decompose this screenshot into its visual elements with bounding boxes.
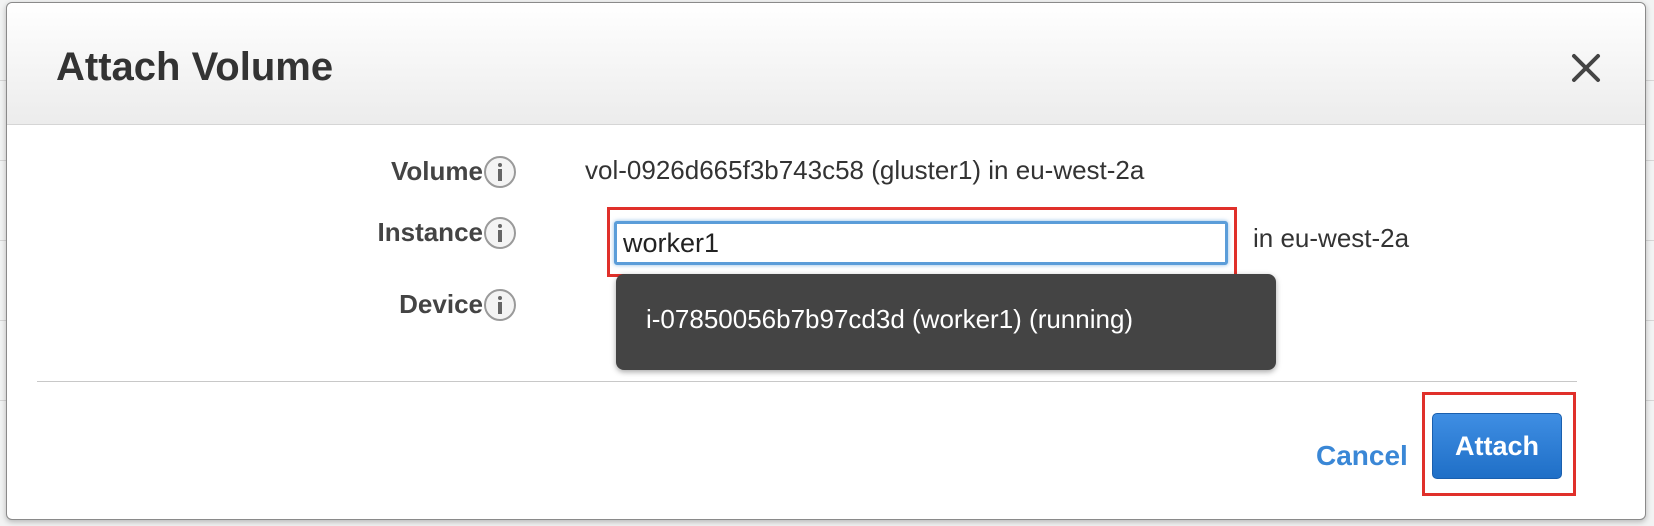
- suggestion-item[interactable]: i-07850056b7b97cd3d (worker1) (running): [646, 304, 1133, 335]
- dialog-title: Attach Volume: [56, 45, 334, 89]
- info-icon[interactable]: [483, 288, 517, 322]
- volume-value: vol-0926d665f3b743c58 (gluster1) in eu-w…: [585, 155, 1145, 185]
- cancel-button[interactable]: Cancel: [1316, 440, 1408, 472]
- instance-suggestions: i-07850056b7b97cd3d (worker1) (running): [616, 274, 1276, 370]
- attach-button[interactable]: Attach: [1432, 413, 1562, 479]
- device-label: Device: [399, 289, 483, 319]
- info-icon[interactable]: [483, 216, 517, 250]
- footer-divider: [37, 381, 1577, 382]
- instance-input[interactable]: [614, 221, 1228, 265]
- close-icon[interactable]: [1569, 51, 1603, 85]
- instance-zone: in eu-west-2a: [1253, 223, 1410, 253]
- instance-label: Instance: [377, 217, 484, 247]
- dialog-header: Attach Volume: [7, 3, 1645, 125]
- volume-label: Volume: [391, 156, 483, 186]
- info-icon[interactable]: [483, 155, 517, 189]
